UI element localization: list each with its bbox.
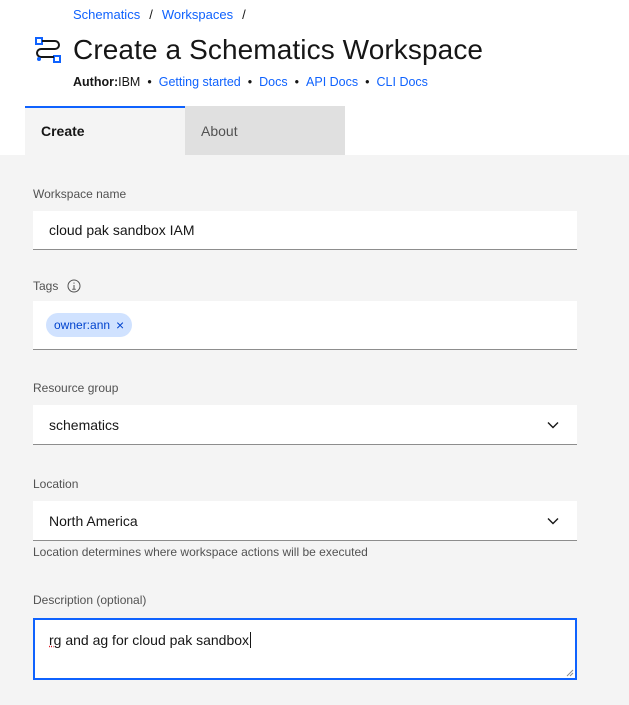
- breadcrumb-separator: /: [149, 7, 153, 22]
- workspace-name-input[interactable]: cloud pak sandbox IAM: [33, 211, 577, 250]
- workspace-name-label: Workspace name: [33, 187, 127, 201]
- location-select[interactable]: North America: [33, 501, 577, 541]
- location-helper-text: Location determines where workspace acti…: [33, 545, 368, 559]
- tab-list: Create About: [25, 106, 345, 155]
- location-label: Location: [33, 477, 79, 491]
- resize-handle-icon[interactable]: [566, 669, 574, 677]
- tag-chip: owner:ann ×: [46, 313, 133, 337]
- chevron-down-icon: [547, 517, 559, 524]
- schematics-workflow-icon: [35, 37, 61, 63]
- chevron-down-icon: [547, 421, 559, 428]
- description-textarea[interactable]: rg and ag for cloud pak sandbox: [33, 618, 577, 680]
- meta-separator: •: [147, 75, 152, 89]
- meta-separator: •: [365, 75, 370, 89]
- page-title: Create a Schematics Workspace: [73, 34, 484, 65]
- author-value: IBM: [118, 75, 141, 89]
- description-value: and ag for cloud pak sandbox: [61, 632, 250, 648]
- tag-chip-label: owner:ann: [54, 318, 111, 332]
- tab-about[interactable]: About: [185, 106, 345, 155]
- tags-input[interactable]: owner:ann ×: [33, 301, 577, 350]
- tags-label-row: Tags: [33, 279, 81, 293]
- description-misspelled-word: rg: [49, 632, 62, 648]
- workspace-name-value: cloud pak sandbox IAM: [49, 222, 195, 238]
- tag-remove-icon[interactable]: ×: [116, 318, 124, 332]
- resource-group-value: schematics: [49, 416, 120, 433]
- description-label: Description (optional): [33, 593, 147, 607]
- info-icon[interactable]: [67, 279, 81, 293]
- page-header: Create a Schematics Workspace: [33, 34, 483, 66]
- tab-create[interactable]: Create: [25, 106, 185, 155]
- text-cursor: [250, 632, 252, 648]
- breadcrumb-workspaces[interactable]: Workspaces: [162, 7, 233, 22]
- location-value: North America: [49, 512, 138, 529]
- tags-label: Tags: [33, 279, 59, 293]
- page-meta: Author: IBM • Getting started • Docs • A…: [73, 75, 428, 89]
- api-docs-link[interactable]: API Docs: [306, 75, 358, 89]
- cli-docs-link[interactable]: CLI Docs: [377, 75, 428, 89]
- getting-started-link[interactable]: Getting started: [159, 75, 241, 89]
- resource-group-select[interactable]: schematics: [33, 405, 577, 445]
- breadcrumb: Schematics / Workspaces /: [73, 7, 255, 22]
- resource-group-label: Resource group: [33, 381, 119, 395]
- meta-separator: •: [247, 75, 253, 89]
- breadcrumb-separator: /: [242, 7, 246, 22]
- meta-separator: •: [294, 75, 300, 89]
- author-label: Author:: [73, 75, 119, 89]
- breadcrumb-schematics[interactable]: Schematics: [73, 7, 140, 22]
- docs-link[interactable]: Docs: [259, 75, 287, 89]
